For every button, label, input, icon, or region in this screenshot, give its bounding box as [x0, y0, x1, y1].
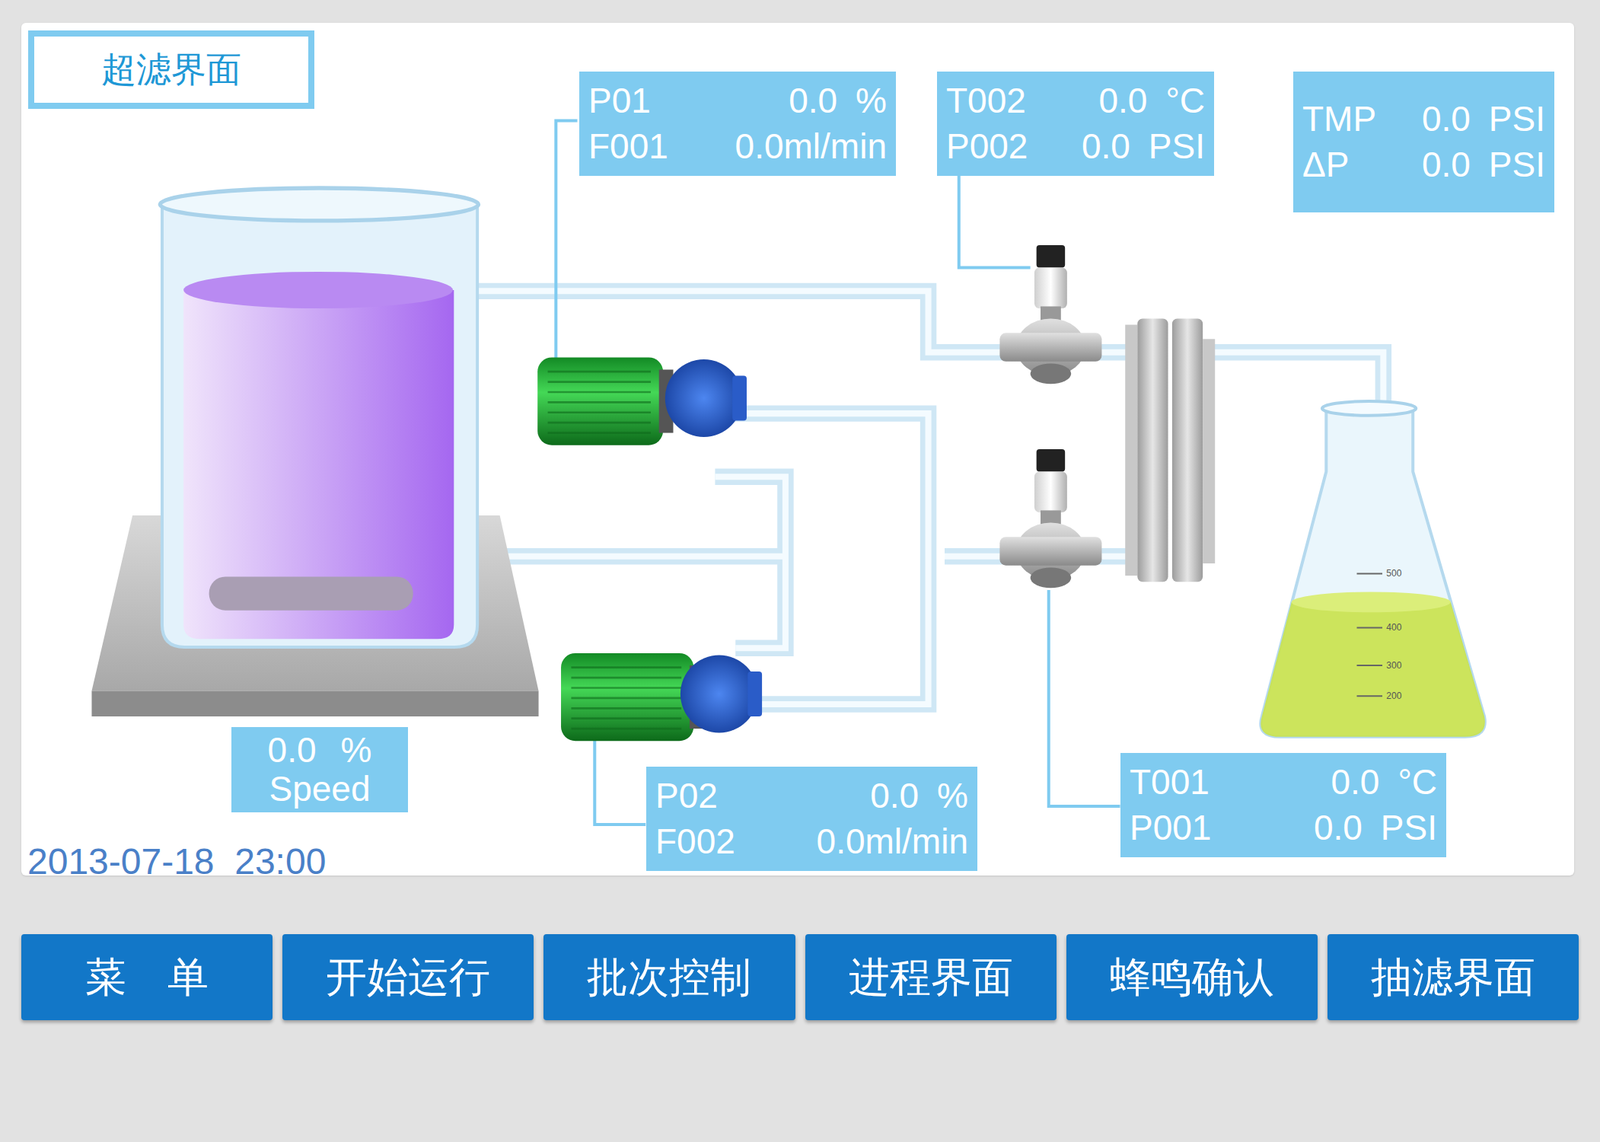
svg-text:300: 300: [1386, 659, 1402, 671]
readout-row: F001 0.0ml/min: [588, 124, 887, 170]
readout-label: P002: [946, 124, 1028, 170]
readout-label: F001: [588, 124, 669, 170]
flask-icon: 500 400 300 200: [1260, 401, 1486, 737]
nav-button[interactable]: 进程界面: [805, 933, 1057, 1020]
stirrer-speed-readout: 0.0%Speed: [231, 726, 408, 813]
readout-label: ΔP: [1302, 142, 1349, 189]
readout-row: F002 0.0ml/min: [655, 819, 969, 865]
readout-row: TMP 0.0PSI: [1302, 96, 1546, 143]
flask-graduation: 200: [1357, 690, 1403, 702]
screen-title: 超滤界面: [28, 30, 315, 109]
button-bar: 菜 单开始运行批次控制进程界面蜂鸣确认抽滤界面: [21, 933, 1579, 1020]
pump-2-readout: P02 0.0% F002 0.0ml/min: [646, 766, 978, 871]
readout-label: F002: [655, 819, 736, 865]
readout-row: P002 0.0PSI: [946, 124, 1205, 170]
readout-label: P02: [655, 773, 718, 820]
readout-row: P01 0.0%: [588, 78, 887, 125]
pipes: [456, 290, 1384, 705]
svg-text:500: 500: [1386, 567, 1402, 579]
readout-label: TMP: [1302, 96, 1377, 143]
readout-value: 0.0PSI: [1421, 96, 1546, 143]
membrane-readout: TMP 0.0PSI ΔP 0.0PSI: [1293, 71, 1555, 213]
svg-text:200: 200: [1386, 690, 1402, 702]
readout-value: 0.0PSI: [1081, 124, 1205, 170]
pump-1-readout: P01 0.0% F001 0.0ml/min: [579, 71, 896, 176]
readout-value: 0.0%: [870, 773, 969, 820]
pump-2-icon: [560, 653, 762, 741]
valve-2-icon: [999, 449, 1102, 588]
svg-text:400: 400: [1386, 621, 1402, 633]
valve-1-icon: [999, 245, 1102, 384]
beaker: [159, 188, 479, 648]
leader-lines: [555, 121, 1120, 825]
readout-value: 0.0°C: [1098, 78, 1205, 125]
readout-value: 0.0%: [788, 78, 887, 125]
readout-row: P001 0.0PSI: [1129, 805, 1438, 851]
readout-value: 0.0ml/min: [816, 819, 969, 865]
valve-inlet-readout: T001 0.0°C P001 0.0PSI: [1120, 752, 1447, 858]
flask-graduation: 500: [1357, 567, 1403, 579]
readout-value: 0.0°C: [1330, 759, 1438, 806]
pump-1-icon: [537, 356, 747, 445]
readout-value: 0.0PSI: [1313, 805, 1438, 851]
flask-graduation: 300: [1357, 659, 1403, 671]
valve-outlet-readout: T002 0.0°C P002 0.0PSI: [937, 71, 1215, 176]
readout-label: P001: [1129, 805, 1212, 851]
filter-icon: [1125, 318, 1215, 583]
readout-row: T002 0.0°C: [946, 78, 1205, 125]
nav-button[interactable]: 抽滤界面: [1327, 933, 1579, 1020]
readout-label: T002: [946, 78, 1027, 125]
readout-row: P02 0.0%: [655, 773, 969, 820]
readout-row: ΔP 0.0PSI: [1302, 142, 1546, 189]
nav-button[interactable]: 菜 单: [21, 933, 273, 1020]
process-panel: 500 400 300 200 超滤界面 P01 0.0% F001 0.0ml/min T002…: [21, 22, 1575, 876]
readout-row: T001 0.0°C: [1129, 759, 1438, 806]
nav-button[interactable]: 开始运行: [282, 933, 534, 1020]
readout-value: 0.0ml/min: [735, 124, 887, 170]
readout-value: 0.0PSI: [1421, 142, 1546, 189]
nav-button[interactable]: 批次控制: [543, 933, 795, 1020]
nav-button[interactable]: 蜂鸣确认: [1066, 933, 1318, 1020]
datetime: 2013-07-18 23:00: [27, 834, 326, 890]
flask-graduation: 400: [1357, 621, 1403, 633]
readout-label: P01: [588, 78, 651, 125]
readout-label: T001: [1129, 759, 1210, 806]
hmi-screen: 500 400 300 200 超滤界面 P01 0.0% F001 0.0ml/min T002…: [0, 0, 1600, 1142]
